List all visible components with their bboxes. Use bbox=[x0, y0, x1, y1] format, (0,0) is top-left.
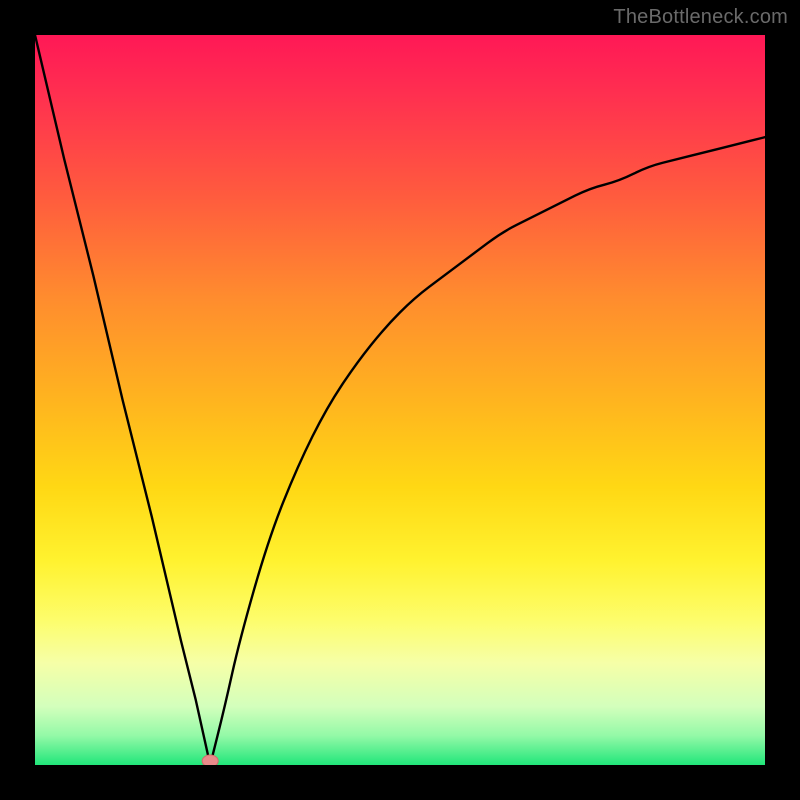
watermark-text: TheBottleneck.com bbox=[613, 6, 788, 29]
bottleneck-curve-path bbox=[35, 35, 765, 765]
curve-layer bbox=[35, 35, 765, 765]
plot-area bbox=[35, 35, 765, 765]
chart-frame: TheBottleneck.com bbox=[0, 0, 800, 800]
min-marker bbox=[202, 755, 218, 765]
